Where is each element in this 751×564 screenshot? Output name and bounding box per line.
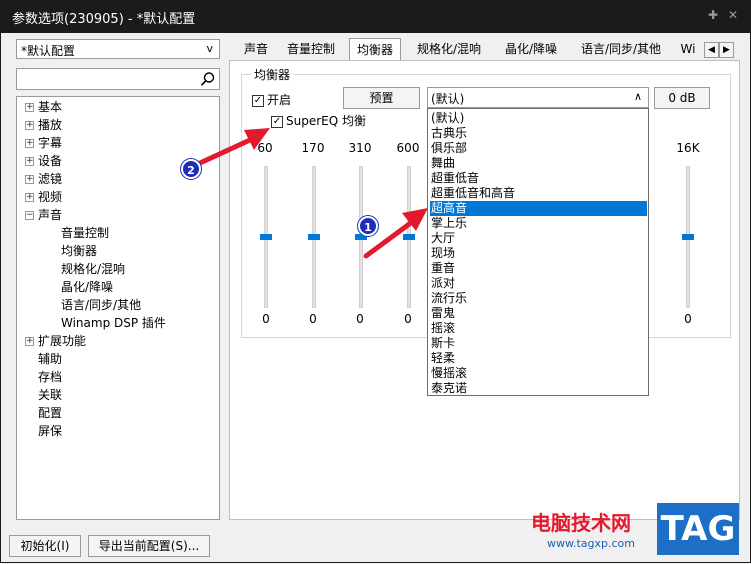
annotation-arrows xyxy=(197,128,428,259)
annotation-badge-2: 2 xyxy=(181,159,201,179)
arrow-to-superEQ xyxy=(197,128,270,166)
annotation-badge-1: 1 xyxy=(358,216,378,236)
watermark-tag-logo: TAG xyxy=(657,503,739,555)
watermark-text: 电脑技术网 xyxy=(531,511,631,535)
watermark-url: www.tagxp.com xyxy=(547,537,635,550)
